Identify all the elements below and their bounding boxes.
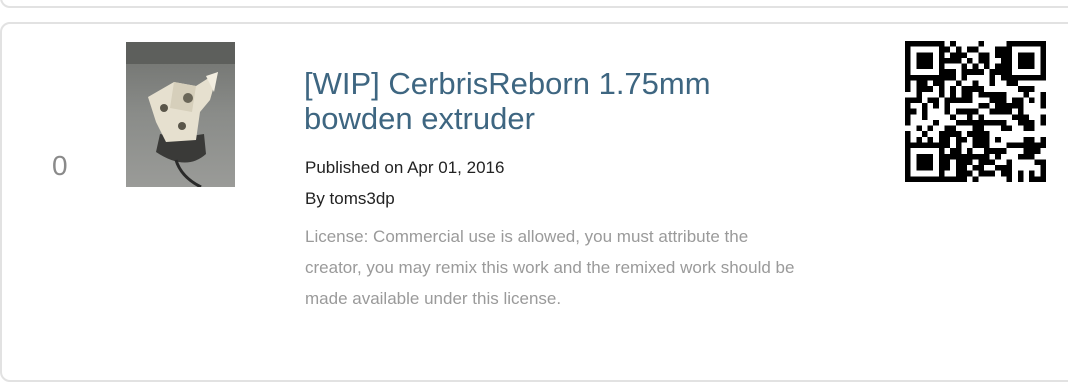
license-text: License: Commercial use is allowed, you … [305,227,795,308]
previous-card [0,0,1068,8]
thing-title-link[interactable]: [WIP] CerbrisReborn 1.75mm bowden extrud… [304,66,824,136]
item-index: 0 [52,150,68,181]
author-byline: By toms3dp [305,189,395,208]
thumbnail-image[interactable] [126,42,235,187]
published-date: Published on Apr 01, 2016 [305,158,505,177]
qr-code-image [905,41,1046,182]
